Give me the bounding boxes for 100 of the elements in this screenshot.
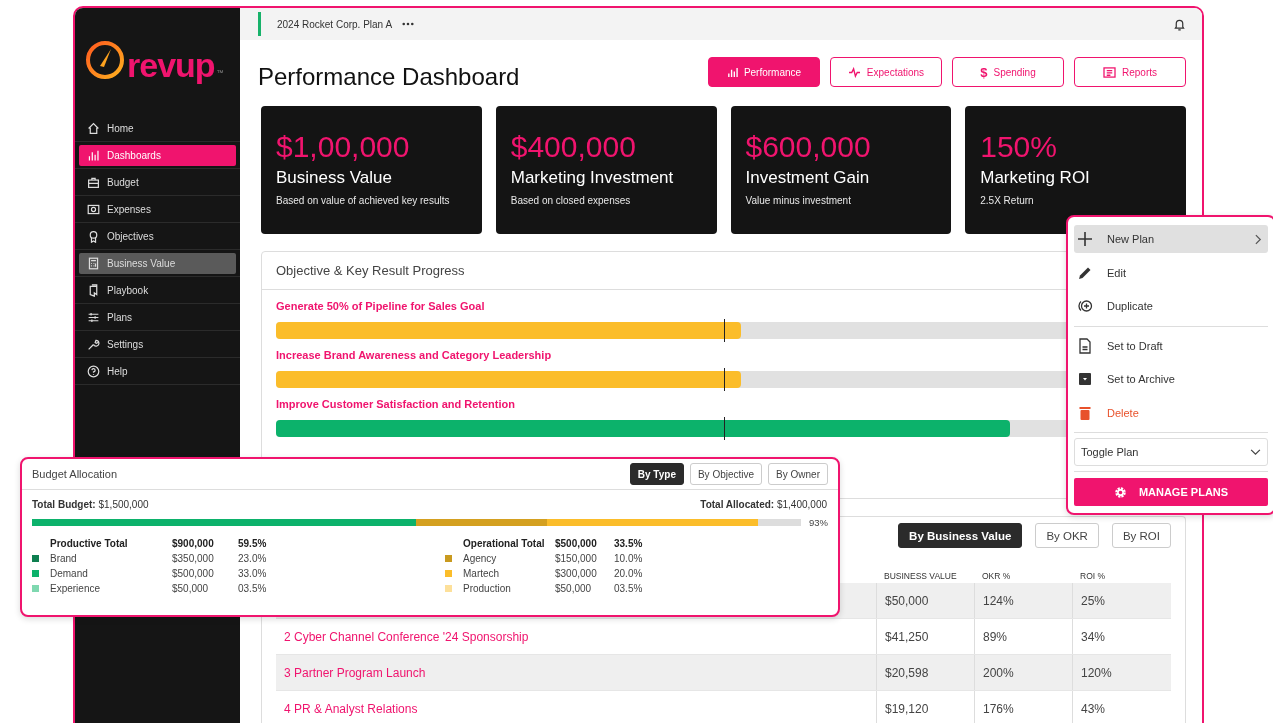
table-cell: $20,598 — [876, 655, 974, 690]
stat-value: 150% — [980, 130, 1058, 164]
table-cell: $19,120 — [876, 691, 974, 723]
menu-item[interactable]: Duplicate — [1074, 292, 1268, 320]
sidebar-item[interactable]: Plans — [79, 306, 236, 328]
help-icon — [87, 364, 100, 378]
target-marker — [723, 319, 725, 342]
group-label: Productive Total — [50, 538, 129, 549]
table-cell: 89% — [974, 619, 1072, 654]
stat-value: $1,00,000 — [276, 130, 411, 164]
category-share: 03.5% — [238, 583, 267, 594]
table-cell: $41,250 — [876, 619, 974, 654]
stat-subtitle: 2.5X Return — [980, 195, 1035, 206]
book-icon — [87, 283, 100, 297]
row-name-link[interactable]: 2 Cyber Channel Conference '24 Sponsorship — [284, 629, 529, 644]
briefcase-icon — [87, 175, 100, 189]
tab[interactable]: Reports — [1074, 57, 1186, 87]
menu-item[interactable]: Edit — [1074, 258, 1268, 287]
sliders-icon — [87, 310, 100, 324]
tab[interactable]: Expectations — [830, 57, 942, 87]
tab[interactable]: Performance — [708, 57, 820, 87]
sort-button[interactable]: By ROI — [1111, 523, 1171, 548]
table-cell: 200% — [974, 655, 1072, 690]
chevron-right-icon — [1255, 233, 1262, 245]
menu-item[interactable]: Set to Draft — [1074, 331, 1268, 360]
group-share: 33.5% — [614, 538, 643, 549]
total-allocated: Total Allocated: $1,400,000 — [700, 499, 827, 510]
sidebar-item[interactable]: Business Value — [79, 252, 236, 274]
category-amount: $50,000 — [172, 583, 210, 594]
category-label: Martech — [463, 568, 501, 579]
view-button[interactable]: By Objective — [689, 463, 763, 485]
stat-title: Marketing Investment — [510, 168, 675, 188]
row-name-link[interactable]: 4 PR & Analyst Relations — [284, 701, 418, 716]
panel-title: Objective & Key Result Progress — [276, 263, 465, 278]
more-icon[interactable] — [402, 22, 415, 26]
gauge-logo-icon — [85, 40, 125, 80]
sidebar-item[interactable]: Help — [79, 360, 236, 382]
menu-item[interactable]: New Plan — [1074, 225, 1268, 253]
stat-subtitle: Based on value of achieved key results — [276, 195, 451, 206]
stat-subtitle: Value minus investment — [745, 195, 852, 206]
bell-icon[interactable] — [1173, 17, 1186, 31]
table-cell: 43% — [1072, 691, 1170, 723]
target-marker — [723, 417, 725, 440]
sidebar-item[interactable]: Dashboards — [79, 144, 236, 166]
category-label: Brand — [50, 553, 78, 564]
view-button[interactable]: By Type — [629, 463, 684, 485]
menu-item[interactable]: Set to Archive — [1074, 365, 1268, 393]
category-share: 33.0% — [238, 568, 267, 579]
category-amount: $150,000 — [555, 553, 598, 564]
sidebar-item[interactable]: Expenses — [79, 198, 236, 220]
category-amount: $500,000 — [172, 568, 215, 579]
table-cell: 25% — [1072, 583, 1170, 618]
logo-text: revup — [127, 48, 215, 82]
group-amount: $900,000 — [172, 538, 215, 549]
sort-button[interactable]: By OKR — [1035, 523, 1099, 548]
stat-title: Investment Gain — [745, 168, 871, 188]
document-icon — [1103, 66, 1116, 78]
category-share: 10.0% — [614, 553, 643, 564]
archive-icon — [1077, 371, 1093, 387]
trash-icon — [1077, 404, 1093, 421]
table-cell: $50,000 — [876, 583, 974, 618]
view-button[interactable]: By Owner — [768, 463, 828, 485]
panel-title: Budget Allocation — [32, 468, 117, 480]
manage-plans-button[interactable]: MANAGE PLANS — [1074, 478, 1268, 506]
group-label: Operational Total — [463, 538, 546, 549]
camera-icon — [87, 202, 100, 216]
category-label: Demand — [50, 568, 89, 579]
category-amount: $50,000 — [555, 583, 593, 594]
calculator-icon — [87, 256, 100, 270]
sort-button[interactable]: By Business Value — [898, 523, 1023, 548]
toggle-plan-dropdown[interactable]: Toggle Plan — [1074, 438, 1268, 466]
plan-title[interactable]: 2024 Rocket Corp. Plan A — [277, 18, 393, 30]
table-cell: 124% — [974, 583, 1072, 618]
sidebar-item[interactable]: Settings — [79, 333, 236, 355]
row-name-link[interactable]: 3 Partner Program Launch — [284, 665, 426, 680]
chevron-down-icon — [1250, 448, 1261, 456]
category-share: 20.0% — [614, 568, 643, 579]
column-header: BUSINESS VALUE — [883, 571, 958, 581]
category-share: 03.5% — [614, 583, 643, 594]
bar-chart-icon — [87, 148, 100, 162]
group-amount: $500,000 — [555, 538, 598, 549]
sidebar-item[interactable]: Budget — [79, 171, 236, 193]
column-header: ROI % — [1079, 571, 1107, 581]
total-budget: Total Budget: $1,500,000 — [32, 499, 149, 510]
sidebar-item[interactable]: Objectives — [79, 225, 236, 247]
category-amount: $350,000 — [172, 553, 215, 564]
table-cell: 120% — [1072, 655, 1170, 690]
table-cell: 34% — [1072, 619, 1170, 654]
menu-item[interactable]: Delete — [1074, 398, 1268, 427]
category-label: Agency — [463, 553, 498, 564]
group-share: 59.5% — [238, 538, 267, 549]
sidebar-item[interactable]: Home — [79, 117, 236, 139]
tab[interactable]: $ Spending — [952, 57, 1064, 87]
page-title: Performance Dashboard — [258, 63, 520, 91]
pulse-icon — [847, 66, 861, 78]
stat-value: $400,000 — [510, 130, 637, 164]
plus-icon — [1077, 231, 1093, 247]
wrench-icon — [87, 337, 100, 351]
sidebar-item[interactable]: Playbook — [79, 279, 236, 301]
gear-icon — [1113, 485, 1127, 499]
